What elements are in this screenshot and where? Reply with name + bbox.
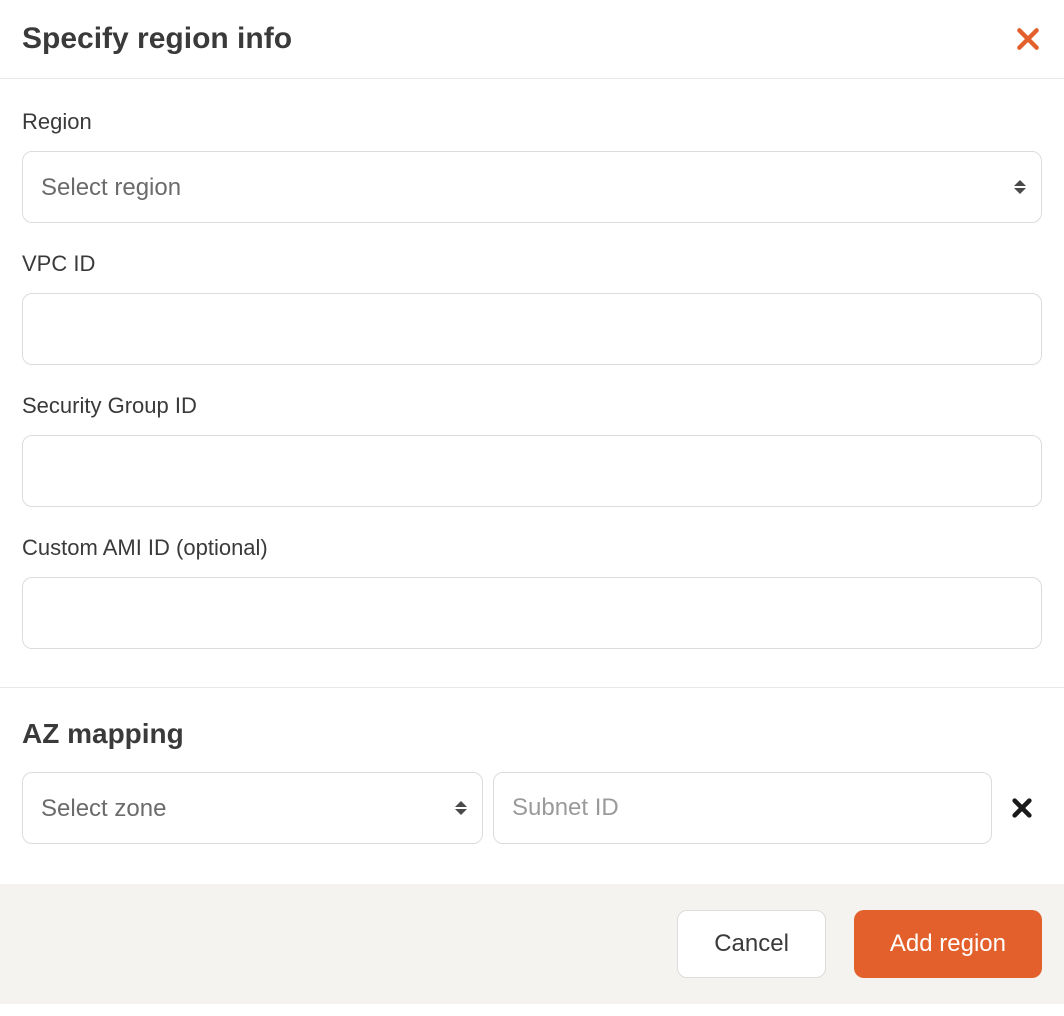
region-select-wrapper: Select region [22,151,1042,223]
custom-ami-id-label: Custom AMI ID (optional) [22,535,1042,561]
region-select[interactable]: Select region [22,151,1042,223]
modal-footer: Cancel Add region [0,884,1064,1004]
region-label: Region [22,109,1042,135]
vpc-id-label: VPC ID [22,251,1042,277]
region-field-group: Region Select region [22,109,1042,223]
custom-ami-id-input[interactable] [22,577,1042,649]
remove-row-icon[interactable] [1002,797,1042,819]
subnet-id-input[interactable] [493,772,992,844]
az-mapping-section: AZ mapping Select zone [0,688,1064,884]
modal-body: Region Select region VPC ID Security Gro… [0,79,1064,687]
vpc-id-field-group: VPC ID [22,251,1042,365]
az-mapping-row: Select zone [22,772,1042,844]
az-mapping-title: AZ mapping [22,718,1042,750]
add-region-button[interactable]: Add region [854,910,1042,978]
modal-title: Specify region info [22,22,292,56]
security-group-id-input[interactable] [22,435,1042,507]
close-icon[interactable] [1014,25,1042,53]
zone-select-wrapper: Select zone [22,772,483,844]
zone-select[interactable]: Select zone [22,772,483,844]
security-group-id-field-group: Security Group ID [22,393,1042,507]
vpc-id-input[interactable] [22,293,1042,365]
modal-header: Specify region info [0,0,1064,79]
custom-ami-id-field-group: Custom AMI ID (optional) [22,535,1042,649]
cancel-button[interactable]: Cancel [677,910,826,978]
security-group-id-label: Security Group ID [22,393,1042,419]
